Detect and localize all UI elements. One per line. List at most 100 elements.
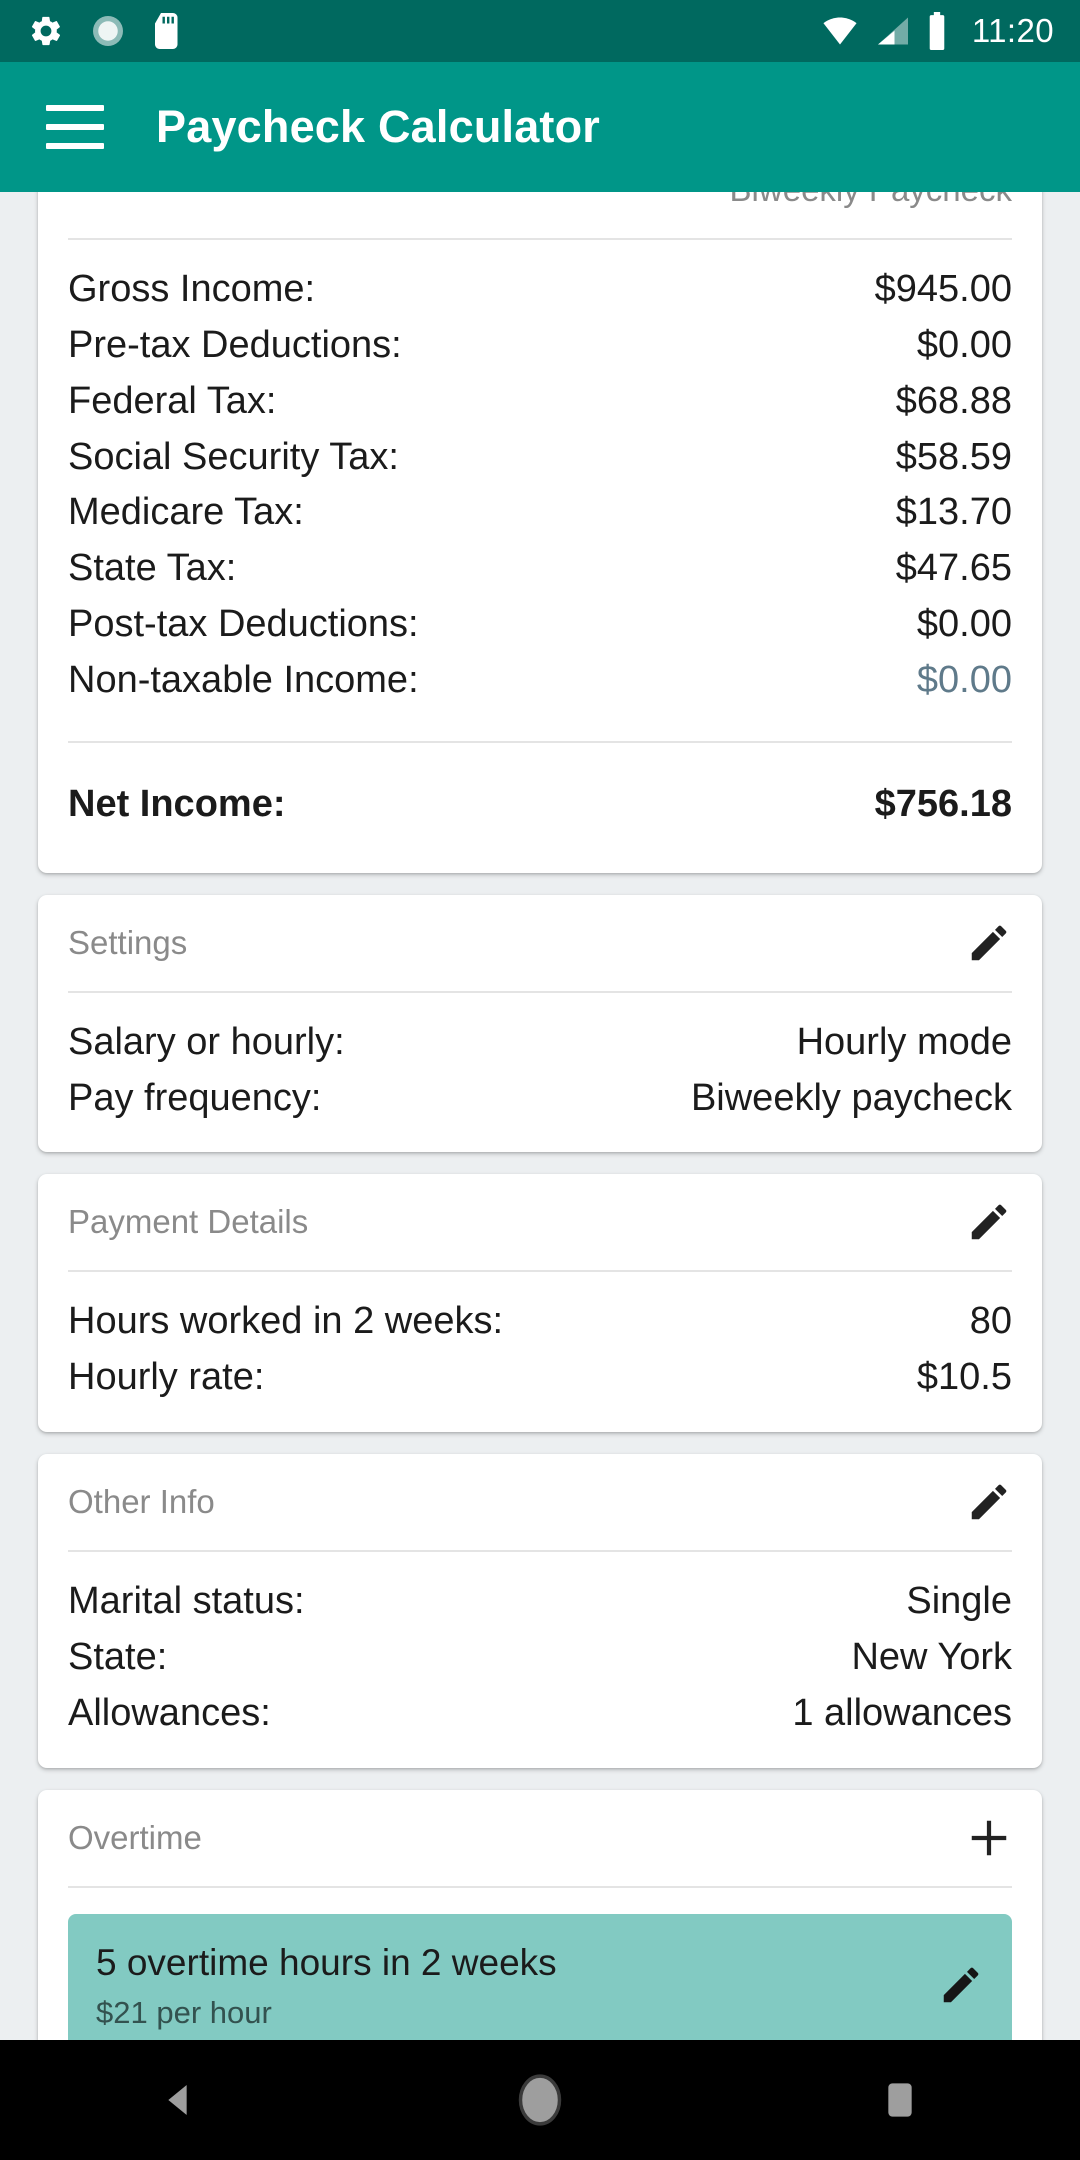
overtime-card: Overtime 5 overtime hours in 2 weeks $21…	[38, 1789, 1042, 2040]
hamburger-menu-icon[interactable]	[46, 105, 104, 149]
row-value: New York	[851, 1636, 1012, 1679]
edit-pencil-icon[interactable]	[966, 1199, 1012, 1245]
row-label: Medicare Tax:	[68, 491, 304, 534]
home-button[interactable]	[440, 2040, 640, 2160]
other-info-card: Other Info Marital status: Single State:…	[38, 1454, 1042, 1768]
table-row: Pay frequency: Biweekly paycheck	[68, 1071, 1012, 1127]
settings-card-header: Settings	[68, 895, 1012, 991]
row-value: Single	[906, 1580, 1012, 1623]
row-label: Pre-tax Deductions:	[68, 323, 402, 366]
status-bar-left-icons	[28, 13, 182, 49]
row-value: $58.59	[895, 435, 1012, 478]
row-value: 1 allowances	[792, 1691, 1012, 1734]
row-value: $0.00	[916, 603, 1012, 646]
table-row: Marital status: Single	[68, 1574, 1012, 1630]
row-label: Salary or hourly:	[68, 1020, 345, 1063]
other-info-card-header: Other Info	[68, 1454, 1012, 1550]
row-label: Marital status:	[68, 1580, 305, 1623]
row-value: 80	[969, 1300, 1012, 1343]
settings-card-title: Settings	[68, 923, 188, 961]
table-row: State Tax: $47.65	[68, 541, 1012, 597]
row-label: Non-taxable Income:	[68, 659, 419, 702]
table-row: State: New York	[68, 1630, 1012, 1686]
row-value: $13.70	[895, 491, 1012, 534]
page-title: Paycheck Calculator	[156, 101, 601, 152]
net-income-label: Net Income:	[68, 782, 286, 825]
other-info-rows: Marital status: Single State: New York A…	[68, 1552, 1012, 1768]
net-income-row: Net Income: $756.18	[68, 773, 1012, 833]
settings-rows: Salary or hourly: Hourly mode Pay freque…	[68, 993, 1012, 1153]
paycheck-card-title: Biweekly Paycheck	[730, 192, 1012, 209]
wifi-icon	[823, 17, 857, 45]
row-label: Federal Tax:	[68, 379, 277, 422]
net-income-row-wrap: Net Income: $756.18	[68, 743, 1012, 873]
settings-gear-icon	[31, 16, 61, 46]
row-label: Social Security Tax:	[68, 435, 399, 478]
payment-details-card-header: Payment Details	[68, 1174, 1012, 1270]
paycheck-summary-card: Biweekly Paycheck Gross Income: $945.00 …	[38, 192, 1042, 873]
row-value: Hourly mode	[796, 1020, 1012, 1063]
row-label: Hourly rate:	[68, 1356, 265, 1399]
net-income-value: $756.18	[874, 782, 1012, 825]
row-value: $10.5	[916, 1356, 1012, 1399]
table-row: Allowances: 1 allowances	[68, 1686, 1012, 1742]
edit-pencil-icon[interactable]	[966, 920, 1012, 966]
paycheck-rows: Gross Income: $945.00 Pre-tax Deductions…	[68, 240, 1012, 735]
sd-card-icon	[155, 13, 178, 49]
table-row: Hourly rate: $10.5	[68, 1350, 1012, 1406]
table-row: Non-taxable Income: $0.00	[68, 653, 1012, 709]
plus-icon[interactable]	[966, 1815, 1012, 1861]
edit-pencil-icon[interactable]	[966, 1479, 1012, 1525]
home-circle-icon	[518, 2074, 562, 2126]
recents-button[interactable]	[800, 2040, 1000, 2160]
row-label: State Tax:	[68, 547, 237, 590]
app-bar: Paycheck Calculator	[0, 62, 1080, 192]
overtime-item-secondary: $21 per hour	[96, 1994, 272, 2030]
overtime-list-item[interactable]: 5 overtime hours in 2 weeks $21 per hour	[68, 1913, 1012, 2040]
table-row: Post-tax Deductions: $0.00	[68, 597, 1012, 653]
paycheck-card-header: Biweekly Paycheck	[68, 192, 1012, 238]
overtime-card-title: Overtime	[68, 1818, 202, 1856]
back-button[interactable]	[80, 2040, 280, 2160]
row-label: Post-tax Deductions:	[68, 603, 419, 646]
status-bar-right-icons: 11:20	[820, 12, 1054, 50]
cellular-signal-icon	[877, 17, 908, 45]
phone-screen: 11:20 Paycheck Calculator Biweekly Paych…	[0, 0, 1080, 2160]
row-value: $47.65	[895, 547, 1012, 590]
payment-details-rows: Hours worked in 2 weeks: 80 Hourly rate:…	[68, 1272, 1012, 1432]
status-bar: 11:20	[0, 0, 1080, 62]
overtime-item-primary: 5 overtime hours in 2 weeks	[96, 1941, 557, 1983]
overtime-item-text: 5 overtime hours in 2 weeks $21 per hour	[96, 1940, 557, 2031]
sync-spinner-icon	[93, 16, 123, 46]
payment-details-card-title: Payment Details	[68, 1203, 309, 1241]
battery-icon	[929, 12, 945, 50]
row-value: Biweekly paycheck	[690, 1076, 1012, 1119]
table-row: Gross Income: $945.00	[68, 262, 1012, 318]
payment-details-card: Payment Details Hours worked in 2 weeks:…	[38, 1174, 1042, 1433]
row-label: Hours worked in 2 weeks:	[68, 1300, 504, 1343]
table-row: Social Security Tax: $58.59	[68, 430, 1012, 486]
table-row: Pre-tax Deductions: $0.00	[68, 318, 1012, 374]
table-row: Hours worked in 2 weeks: 80	[68, 1294, 1012, 1350]
android-navigation-bar	[0, 2040, 1080, 2160]
recents-square-icon	[888, 2083, 912, 2117]
table-row: Medicare Tax: $13.70	[68, 485, 1012, 541]
edit-pencil-icon[interactable]	[938, 1962, 984, 2008]
row-label: Pay frequency:	[68, 1076, 322, 1119]
scroll-content[interactable]: Biweekly Paycheck Gross Income: $945.00 …	[0, 192, 1080, 2040]
settings-card: Settings Salary or hourly: Hourly mode P…	[38, 894, 1042, 1153]
status-bar-clock: 11:20	[971, 12, 1054, 49]
overtime-card-header: Overtime	[68, 1790, 1012, 1886]
row-value: $0.00	[916, 323, 1012, 366]
row-label: Gross Income:	[68, 268, 316, 310]
divider	[68, 1885, 1012, 1888]
row-label: State:	[68, 1636, 168, 1679]
row-label: Allowances:	[68, 1691, 271, 1734]
table-row: Federal Tax: $68.88	[68, 374, 1012, 430]
back-triangle-icon	[168, 2085, 187, 2115]
row-value: $945.00	[874, 268, 1012, 310]
row-value: $0.00	[916, 659, 1012, 702]
other-info-card-title: Other Info	[68, 1483, 215, 1521]
table-row: Salary or hourly: Hourly mode	[68, 1015, 1012, 1071]
row-value: $68.88	[895, 379, 1012, 422]
